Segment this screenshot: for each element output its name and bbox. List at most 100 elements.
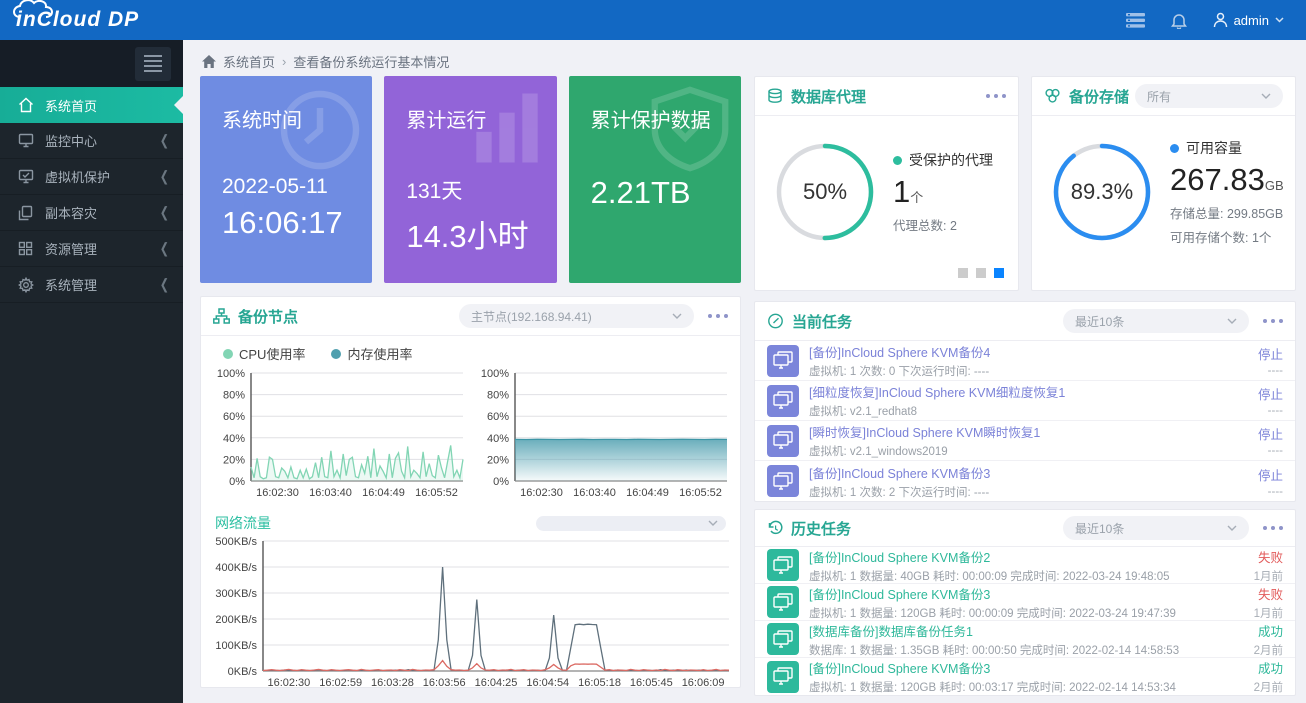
panel-menu-ellipsis[interactable] xyxy=(986,94,1006,98)
sidebar-header xyxy=(0,40,183,87)
task-stop-action[interactable]: 停止 xyxy=(1193,424,1283,443)
svg-text:16:03:56: 16:03:56 xyxy=(423,677,466,689)
storage-filter-select[interactable]: 所有 xyxy=(1135,84,1283,108)
sidebar-item-home[interactable]: 系统首页 xyxy=(0,87,183,123)
copy-icon xyxy=(17,204,34,221)
sidebar-item-replica-dr[interactable]: 副本容灾 ❮ xyxy=(0,195,183,231)
agent-legend-label: 受保护的代理 xyxy=(909,150,993,170)
task-row: [细粒度恢复]InCloud Sphere KVM细粒度恢复1虚拟机: v2.1… xyxy=(755,381,1295,421)
current-tasks-panel: 当前任务 最近10条 [备份]InCloud Sphere KVM备份4虚拟机:… xyxy=(754,301,1296,502)
task-title-link[interactable]: [备份]InCloud Sphere KVM备份3 xyxy=(809,463,1193,482)
clock-icon xyxy=(272,82,368,178)
svg-text:500KB/s: 500KB/s xyxy=(215,536,257,548)
main-content: 系统首页 › 查看备份系统运行基本情况 系统时间 2022-05-11 16:0… xyxy=(183,40,1306,703)
username: admin xyxy=(1234,13,1269,28)
hamburger-button[interactable] xyxy=(135,47,171,81)
bell-icon[interactable] xyxy=(1171,12,1187,29)
uptime-days: 131天 xyxy=(406,175,536,205)
protected-total: 2.21TB xyxy=(591,175,721,211)
task-stop-action[interactable]: 停止 xyxy=(1193,465,1283,484)
panel-menu-ellipsis[interactable] xyxy=(1263,319,1283,323)
history-icon xyxy=(767,520,783,536)
task-title-link[interactable]: [备份]InCloud Sphere KVM备份4 xyxy=(809,342,1193,361)
svg-text:0KB/s: 0KB/s xyxy=(228,666,258,678)
history-row: [备份]InCloud Sphere KVM备份2虚拟机: 1 数据量: 40G… xyxy=(755,547,1295,584)
task-title-link[interactable]: [瞬时恢复]InCloud Sphere KVM瞬时恢复1 xyxy=(809,422,1193,441)
user-menu[interactable]: admin xyxy=(1213,12,1284,28)
storage-icon xyxy=(1044,88,1061,104)
sidebar-item-system[interactable]: 系统管理 ❮ xyxy=(0,267,183,303)
storage-total: 存储总量: 299.85GB xyxy=(1170,203,1284,222)
database-icon xyxy=(767,88,783,105)
history-tasks-count-select[interactable]: 最近10条 xyxy=(1063,516,1249,540)
stat-cards: 系统时间 2022-05-11 16:06:17 累计运行 131天 14.3小… xyxy=(200,76,741,283)
task-title-link[interactable]: [备份]InCloud Sphere KVM备份2 xyxy=(809,547,1193,566)
vm-task-icon xyxy=(767,465,799,497)
agent-percent: 50% xyxy=(771,138,879,246)
svg-text:16:02:30: 16:02:30 xyxy=(520,487,563,499)
svg-text:40%: 40% xyxy=(486,433,508,445)
card-system-time: 系统时间 2022-05-11 16:06:17 xyxy=(200,76,372,283)
svg-text:16:04:49: 16:04:49 xyxy=(362,487,405,499)
task-stop-action[interactable]: 停止 xyxy=(1193,384,1283,403)
panel-menu-ellipsis[interactable] xyxy=(1263,526,1283,530)
chevron-down-icon xyxy=(708,520,718,526)
protected-agent-count: 1个 xyxy=(893,174,993,210)
panel-menu-ellipsis[interactable] xyxy=(708,314,728,318)
svg-text:16:05:52: 16:05:52 xyxy=(415,487,458,499)
task-status: 失败 xyxy=(1193,584,1283,603)
network-select[interactable] xyxy=(536,516,726,531)
svg-text:80%: 80% xyxy=(223,390,245,402)
carousel-pagination[interactable] xyxy=(958,268,1004,278)
breadcrumb: 系统首页 › 查看备份系统运行基本情况 xyxy=(202,49,1296,73)
task-row: [瞬时恢复]InCloud Sphere KVM瞬时恢复1虚拟机: v2.1_w… xyxy=(755,421,1295,461)
server-list-icon[interactable] xyxy=(1126,13,1145,28)
svg-text:60%: 60% xyxy=(223,411,245,423)
svg-text:16:05:52: 16:05:52 xyxy=(679,487,722,499)
task-title-link[interactable]: [备份]InCloud Sphere KVM备份3 xyxy=(809,658,1193,677)
system-clock: 16:06:17 xyxy=(222,205,352,241)
chevron-down-icon xyxy=(1227,318,1237,324)
agent-donut: 50% xyxy=(771,138,879,246)
svg-text:16:04:25: 16:04:25 xyxy=(475,677,518,689)
history-row: [数据库备份]数据库备份任务1数据库: 1 数据量: 1.35GB 耗时: 00… xyxy=(755,621,1295,658)
node-select[interactable]: 主节点(192.168.94.41) xyxy=(459,304,694,328)
sidebar-item-resources[interactable]: 资源管理 ❮ xyxy=(0,231,183,267)
task-title-link[interactable]: [细粒度恢复]InCloud Sphere KVM细粒度恢复1 xyxy=(809,382,1193,401)
svg-text:40%: 40% xyxy=(223,433,245,445)
svg-text:100KB/s: 100KB/s xyxy=(215,640,257,652)
chevron-down-icon xyxy=(1227,525,1237,531)
cloud-icon xyxy=(10,0,62,21)
svg-text:16:04:54: 16:04:54 xyxy=(526,677,569,689)
current-tasks-count-select[interactable]: 最近10条 xyxy=(1063,309,1249,333)
monitor-icon xyxy=(17,132,34,149)
task-stop-action[interactable]: 停止 xyxy=(1193,344,1283,363)
network-traffic-title: 网络流量 xyxy=(215,513,271,533)
breadcrumb-page: 查看备份系统运行基本情况 xyxy=(293,52,449,71)
sidebar: 系统首页 监控中心 ❮ 虚拟机保护 ❮ 副本容灾 ❮ 资源管理 ❮ 系统管理 ❮ xyxy=(0,40,183,703)
chart-legend: CPU使用率 内存使用率 xyxy=(201,336,740,363)
storage-percent: 89.3% xyxy=(1048,138,1156,246)
sidebar-item-vm-protect[interactable]: 虚拟机保护 ❮ xyxy=(0,159,183,195)
svg-text:60%: 60% xyxy=(486,411,508,423)
chevron-down-icon xyxy=(1261,93,1271,99)
task-status: 成功 xyxy=(1193,658,1283,677)
history-tasks-panel: 历史任务 最近10条 [备份]InCloud Sphere KVM备份2虚拟机:… xyxy=(754,509,1296,696)
task-title-link[interactable]: [数据库备份]数据库备份任务1 xyxy=(809,621,1193,640)
svg-text:20%: 20% xyxy=(486,454,508,466)
history-row: [备份]InCloud Sphere KVM备份3虚拟机: 1 数据量: 120… xyxy=(755,658,1295,695)
svg-text:16:06:09: 16:06:09 xyxy=(682,677,725,689)
sidebar-item-monitor-center[interactable]: 监控中心 ❮ xyxy=(0,123,183,159)
svg-text:400KB/s: 400KB/s xyxy=(215,562,257,574)
vm-task-icon xyxy=(767,385,799,417)
agent-total: 代理总数: 2 xyxy=(893,215,993,234)
vm-task-icon xyxy=(767,425,799,457)
svg-text:0%: 0% xyxy=(229,476,245,488)
task-row: [备份]InCloud Sphere KVM备份4虚拟机: 1 次数: 0 下次… xyxy=(755,341,1295,381)
app-logo: inCloud DP xyxy=(0,8,183,32)
gear-icon xyxy=(17,276,34,293)
breadcrumb-home[interactable]: 系统首页 xyxy=(223,52,275,71)
task-title-link[interactable]: [备份]InCloud Sphere KVM备份3 xyxy=(809,584,1193,603)
collapse-chevron: ❮ xyxy=(160,240,169,257)
history-row: [备份]InCloud Sphere KVM备份3虚拟机: 1 数据量: 120… xyxy=(755,584,1295,621)
